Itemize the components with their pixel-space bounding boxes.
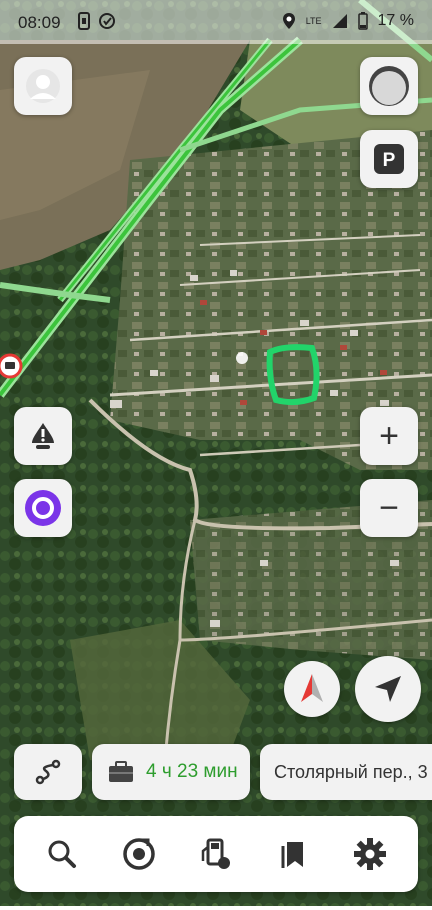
zoom-out-button[interactable]: −	[360, 479, 418, 537]
zoom-in-icon: +	[379, 416, 399, 455]
search-icon	[48, 840, 77, 868]
settings-icon	[353, 838, 386, 870]
status-bar: 08:09 LTE 17 %	[0, 0, 432, 44]
profile-button[interactable]	[14, 57, 72, 115]
traffic-button[interactable]	[360, 57, 418, 115]
system-nav-strip	[0, 906, 432, 910]
status-time: 08:09	[18, 13, 61, 32]
battery-level: 17 %	[377, 12, 414, 29]
location-icon	[282, 13, 295, 29]
sync-icon	[99, 13, 115, 29]
battery-icon	[357, 12, 368, 30]
traffic-icon	[369, 66, 409, 106]
routes-button[interactable]	[14, 744, 82, 800]
parking-icon: P	[374, 144, 404, 174]
music-button[interactable]	[119, 834, 159, 874]
avatar-icon	[26, 69, 60, 103]
parking-button[interactable]: P	[360, 130, 418, 188]
bookmarks-icon	[281, 842, 303, 868]
destination-pill[interactable]: Столярный пер., 3	[260, 744, 432, 800]
music-icon	[123, 838, 155, 870]
compass-icon	[301, 674, 323, 702]
route-icon	[35, 759, 61, 785]
fuel-button[interactable]	[196, 834, 236, 874]
my-location-button[interactable]	[355, 656, 421, 722]
eta-text: 4 ч 23 мин	[146, 761, 238, 782]
svg-text:P: P	[383, 150, 396, 171]
alert-icon	[32, 423, 54, 449]
search-button[interactable]	[42, 834, 82, 874]
alice-button[interactable]	[14, 479, 72, 537]
alice-icon	[25, 490, 61, 526]
bottom-nav	[14, 816, 418, 892]
road-event-button[interactable]	[14, 407, 72, 465]
compass-button[interactable]	[284, 661, 340, 717]
destination-text: Столярный пер., 3	[274, 761, 428, 782]
settings-button[interactable]	[350, 834, 390, 874]
signal-icon	[332, 14, 347, 28]
sim-card-icon	[78, 12, 90, 30]
fuel-icon	[201, 838, 230, 869]
briefcase-icon	[109, 761, 133, 782]
eta-pill[interactable]: 4 ч 23 мин	[92, 744, 250, 800]
zoom-in-button[interactable]: +	[360, 407, 418, 465]
zoom-out-icon: −	[379, 488, 399, 527]
locate-icon	[375, 676, 401, 702]
network-type: LTE	[305, 16, 322, 26]
bookmarks-button[interactable]	[273, 834, 313, 874]
